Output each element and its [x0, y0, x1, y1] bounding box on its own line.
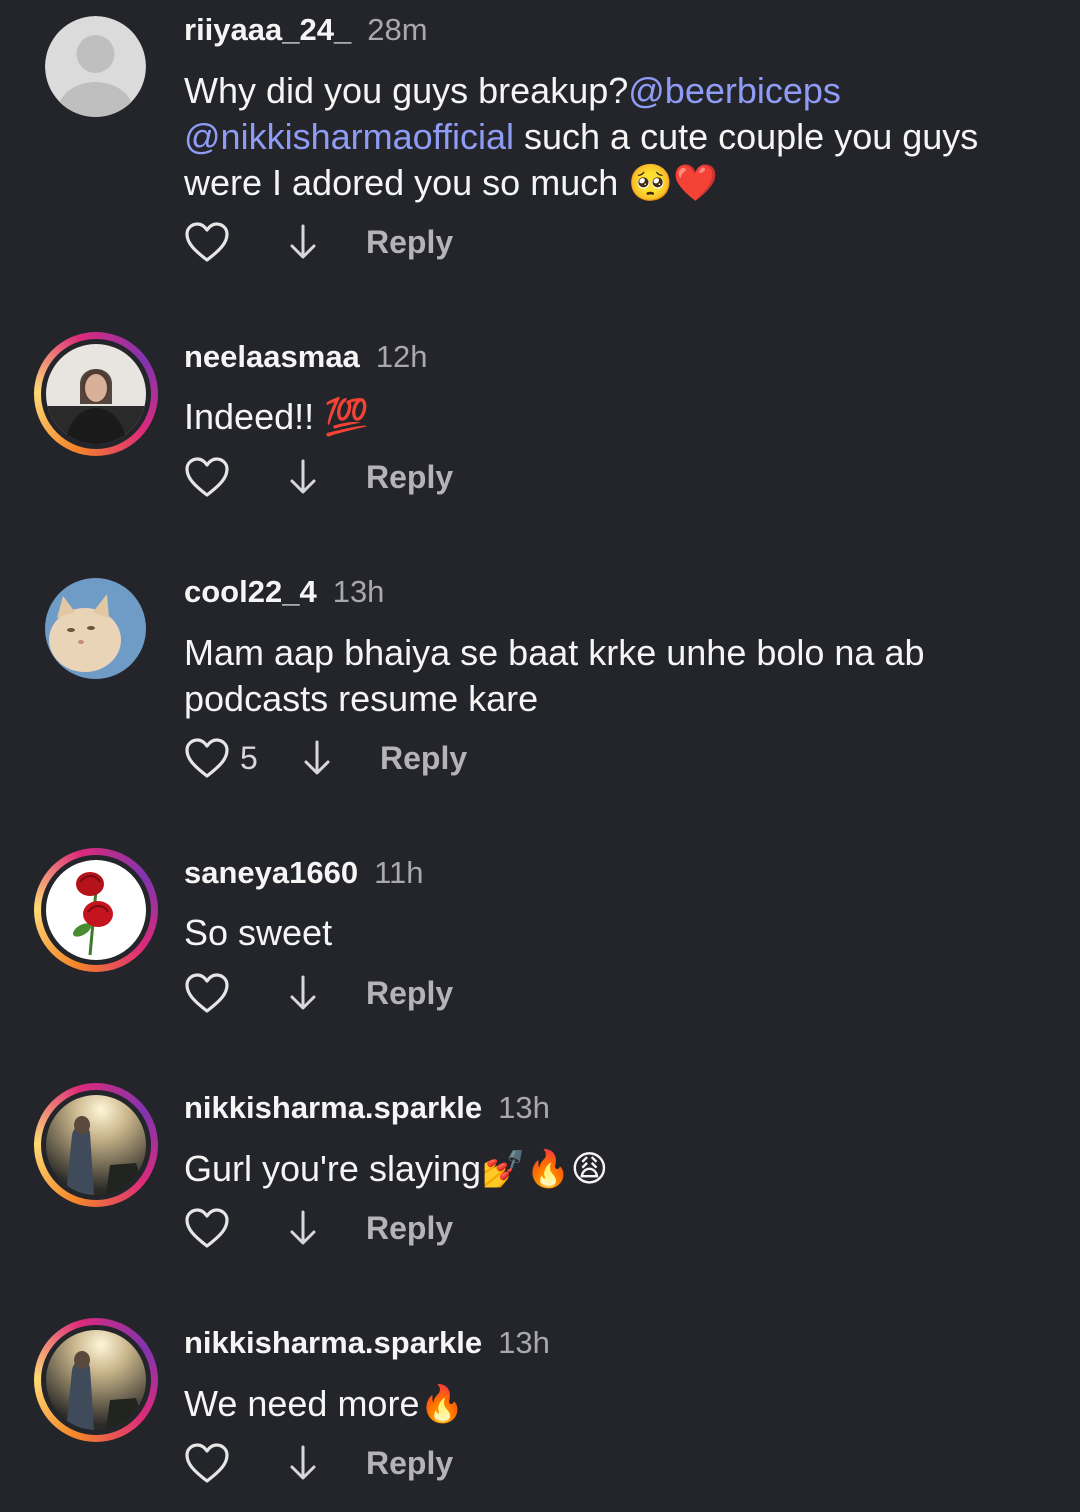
- reply-button[interactable]: Reply: [366, 975, 453, 1012]
- comment-header: nikkisharma.sparkle 13h: [184, 1325, 550, 1361]
- comment-text: We need more🔥: [184, 1383, 465, 1424]
- timestamp: 13h: [332, 574, 385, 609]
- reply-button[interactable]: Reply: [366, 224, 453, 261]
- heart-outline-icon[interactable]: [184, 1207, 230, 1249]
- heart-outline-icon[interactable]: [184, 737, 230, 779]
- username[interactable]: riiyaaa_24_: [184, 12, 351, 47]
- comment-actions: 5 Reply: [184, 735, 467, 781]
- arrow-down-icon[interactable]: [302, 738, 332, 778]
- username[interactable]: saneya1660: [184, 855, 358, 890]
- heart-outline-icon[interactable]: [184, 972, 230, 1014]
- reply-button[interactable]: Reply: [366, 1445, 453, 1482]
- comment-text: So sweet: [184, 912, 333, 953]
- avatar-ring-gap: [41, 855, 151, 965]
- timestamp: 11h: [374, 855, 424, 890]
- heart-outline-icon[interactable]: [184, 221, 230, 263]
- arrow-down-icon[interactable]: [288, 457, 318, 497]
- profile-photo-icon: [46, 344, 146, 444]
- avatar[interactable]: [45, 16, 146, 117]
- comment-text-part: Why did you guys breakup?: [184, 70, 629, 111]
- arrow-down-icon[interactable]: [288, 973, 318, 1013]
- avatar-photo: [46, 1330, 146, 1430]
- avatar[interactable]: [34, 1318, 158, 1442]
- comment-header: saneya1660 11h: [184, 855, 424, 891]
- cat-photo-icon: [45, 578, 146, 679]
- profile-photo-icon: [46, 1095, 146, 1195]
- avatar-ring-gap: [41, 339, 151, 449]
- comment-header: cool22_4 13h: [184, 574, 384, 610]
- arrow-down-icon[interactable]: [288, 1443, 318, 1483]
- reply-button[interactable]: Reply: [366, 1210, 453, 1247]
- comment-text: Mam aap bhaiya se baat krke unhe bolo na…: [184, 632, 925, 719]
- comment-header: neelaasmaa 12h: [184, 339, 428, 375]
- username[interactable]: nikkisharma.sparkle: [184, 1325, 482, 1360]
- avatar-photo: [46, 1095, 146, 1195]
- comment-actions: Reply: [184, 970, 453, 1016]
- username[interactable]: cool22_4: [184, 574, 317, 609]
- avatar[interactable]: [45, 578, 146, 679]
- comment-header: riiyaaa_24_ 28m: [184, 12, 428, 48]
- avatar-photo: [46, 860, 146, 960]
- like-count: 5: [240, 739, 258, 776]
- comment-text: Indeed!! 💯: [184, 396, 369, 437]
- reply-button[interactable]: Reply: [380, 740, 467, 777]
- timestamp: 28m: [367, 12, 428, 47]
- username[interactable]: neelaasmaa: [184, 339, 360, 374]
- avatar[interactable]: [34, 1083, 158, 1207]
- avatar[interactable]: [34, 848, 158, 972]
- comment-text: Why did you guys breakup?@beerbiceps @nik…: [184, 68, 1054, 206]
- default-avatar-icon: [45, 16, 146, 117]
- arrow-down-icon[interactable]: [288, 222, 318, 262]
- username[interactable]: nikkisharma.sparkle: [184, 1090, 482, 1125]
- mention-link[interactable]: @nikkisharmaofficial: [184, 116, 514, 157]
- avatar[interactable]: [34, 332, 158, 456]
- comment-actions: Reply: [184, 454, 453, 500]
- profile-photo-icon: [46, 1330, 146, 1430]
- comment-header: nikkisharma.sparkle 13h: [184, 1090, 550, 1126]
- comment-actions: Reply: [184, 1205, 453, 1251]
- heart-outline-icon[interactable]: [184, 456, 230, 498]
- reply-button[interactable]: Reply: [366, 459, 453, 496]
- avatar-ring-gap: [41, 1090, 151, 1200]
- avatar-ring-gap: [41, 1325, 151, 1435]
- heart-outline-icon[interactable]: [184, 1442, 230, 1484]
- avatar-photo: [46, 344, 146, 444]
- mention-link[interactable]: @beerbiceps: [628, 70, 841, 111]
- arrow-down-icon[interactable]: [288, 1208, 318, 1248]
- comment-actions: Reply: [184, 1440, 453, 1486]
- timestamp: 12h: [375, 339, 428, 374]
- comment-actions: Reply: [184, 219, 453, 265]
- rose-icon: [46, 860, 146, 960]
- timestamp: 13h: [498, 1325, 550, 1360]
- comment-text: Gurl you're slaying💅🔥😩: [184, 1148, 609, 1189]
- timestamp: 13h: [498, 1090, 550, 1125]
